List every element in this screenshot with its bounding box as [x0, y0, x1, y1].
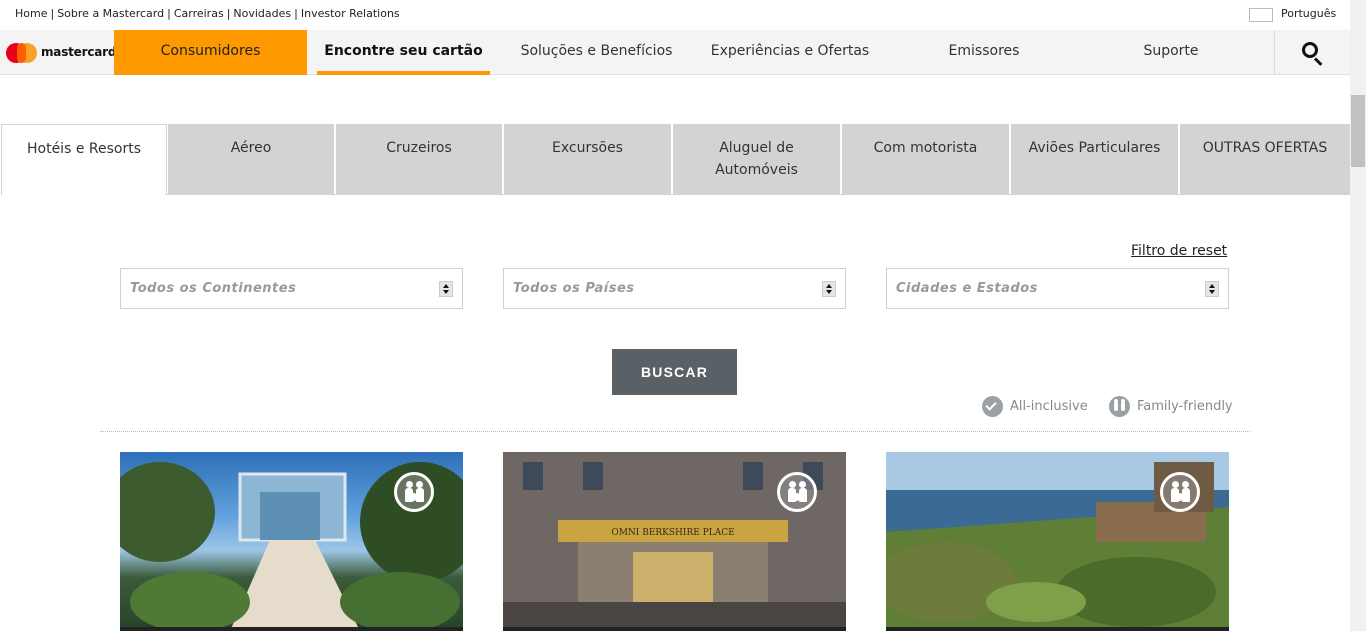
- checkmark-icon: [982, 396, 1003, 417]
- tab-chauffeur[interactable]: Com motorista: [842, 124, 1011, 195]
- nav-experiences[interactable]: Experiências e Ofertas: [700, 30, 880, 75]
- link-news[interactable]: Novidades: [233, 7, 291, 20]
- link-home[interactable]: Home: [15, 7, 47, 20]
- continent-select-value: Todos os Continentes: [130, 281, 297, 296]
- tab-air[interactable]: Aéreo: [168, 124, 336, 195]
- legend-family-friendly-label: Family-friendly: [1137, 399, 1233, 414]
- tab-car-rental[interactable]: Aluguel de Automóveis: [673, 124, 842, 195]
- scrollbar-thumb[interactable]: [1351, 95, 1365, 167]
- logo-overlap: [17, 43, 26, 63]
- link-careers[interactable]: Carreiras: [174, 7, 224, 20]
- search-button[interactable]: [1275, 30, 1350, 75]
- family-friendly-badge-icon: [394, 472, 434, 512]
- search-icon-handle: [1313, 57, 1323, 66]
- country-select[interactable]: Todos os Países: [503, 268, 846, 309]
- nav-support[interactable]: Suporte: [1110, 30, 1232, 75]
- tab-private-jets[interactable]: Aviões Particulares: [1011, 124, 1180, 195]
- logo-wordmark: mastercard: [41, 45, 117, 59]
- page-scrollbar[interactable]: [1350, 0, 1366, 631]
- nav-solutions[interactable]: Soluções e Benefícios: [508, 30, 685, 75]
- link-about[interactable]: Sobre a Mastercard: [57, 7, 164, 20]
- legend-all-inclusive-label: All-inclusive: [1010, 399, 1088, 414]
- main-nav: mastercard Consumidores Encontre seu car…: [0, 30, 1350, 75]
- nav-consumers[interactable]: Consumidores: [114, 30, 307, 75]
- tab-other-offers[interactable]: OUTRAS OFERTAS: [1180, 124, 1350, 195]
- mastercard-logo[interactable]: mastercard: [6, 42, 117, 64]
- tab-excursions[interactable]: Excursões: [504, 124, 673, 195]
- city-select-value: Cidades e Estados: [896, 281, 1038, 296]
- tab-cruises[interactable]: Cruzeiros: [336, 124, 504, 195]
- hotel-card[interactable]: [120, 452, 463, 631]
- tab-hotels[interactable]: Hotéis e Resorts: [1, 124, 167, 195]
- continent-select[interactable]: Todos os Continentes: [120, 268, 463, 309]
- utility-bar: Home | Sobre a Mastercard | Carreiras | Novida…: [0, 0, 1350, 30]
- card-footer-strip: [886, 627, 1229, 631]
- legend-all-inclusive: All-inclusive: [982, 396, 1092, 418]
- page: Home | Sobre a Mastercard | Carreiras | Novida…: [0, 0, 1366, 631]
- card-footer-strip: [120, 627, 463, 631]
- country-select-value: Todos os Países: [513, 281, 635, 296]
- card-footer-strip: [503, 627, 846, 631]
- family-friendly-badge-icon: [777, 472, 817, 512]
- results-divider: [100, 431, 1250, 432]
- tabs-baseline: [166, 194, 1350, 195]
- family-friendly-badge-icon: [1160, 472, 1200, 512]
- legend-family-friendly: Family-friendly: [1109, 396, 1234, 418]
- city-select[interactable]: Cidades e Estados: [886, 268, 1229, 309]
- select-arrows-icon: [822, 281, 836, 297]
- hotel-card[interactable]: [886, 452, 1229, 631]
- reset-filter-link[interactable]: Filtro de reset: [1131, 243, 1227, 259]
- nav-issuers[interactable]: Emissores: [920, 30, 1048, 75]
- language-selector[interactable]: Português: [1281, 7, 1336, 20]
- family-icon: [1109, 396, 1130, 417]
- search-submit-button[interactable]: BUSCAR: [612, 349, 737, 395]
- hotel-sign: OMNI BERKSHIRE PLACE: [611, 528, 734, 538]
- language-flag-icon[interactable]: [1249, 8, 1273, 22]
- select-arrows-icon: [1205, 281, 1219, 297]
- utility-links: Home | Sobre a Mastercard | Carreiras | Novida…: [15, 7, 400, 20]
- search-icon: [1302, 42, 1318, 58]
- link-investor-relations[interactable]: Investor Relations: [301, 7, 400, 20]
- category-tabs: Hotéis e Resorts Aéreo Cruzeiros Excursõ…: [0, 124, 1350, 195]
- select-arrows-icon: [439, 281, 453, 297]
- nav-find-card[interactable]: Encontre seu cartão: [317, 30, 490, 75]
- hotel-card[interactable]: OMNI BERKSHIRE PLACE: [503, 452, 846, 631]
